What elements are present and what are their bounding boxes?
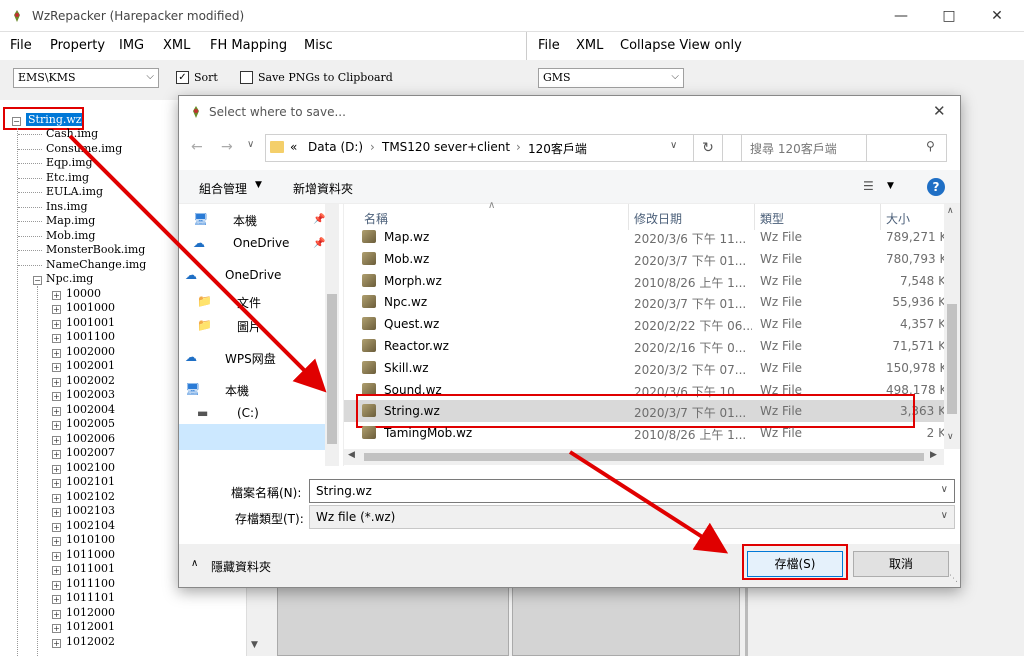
annotation-arrows <box>68 134 729 554</box>
annotation-arrow <box>68 134 327 393</box>
annotation-arrow <box>568 450 729 554</box>
